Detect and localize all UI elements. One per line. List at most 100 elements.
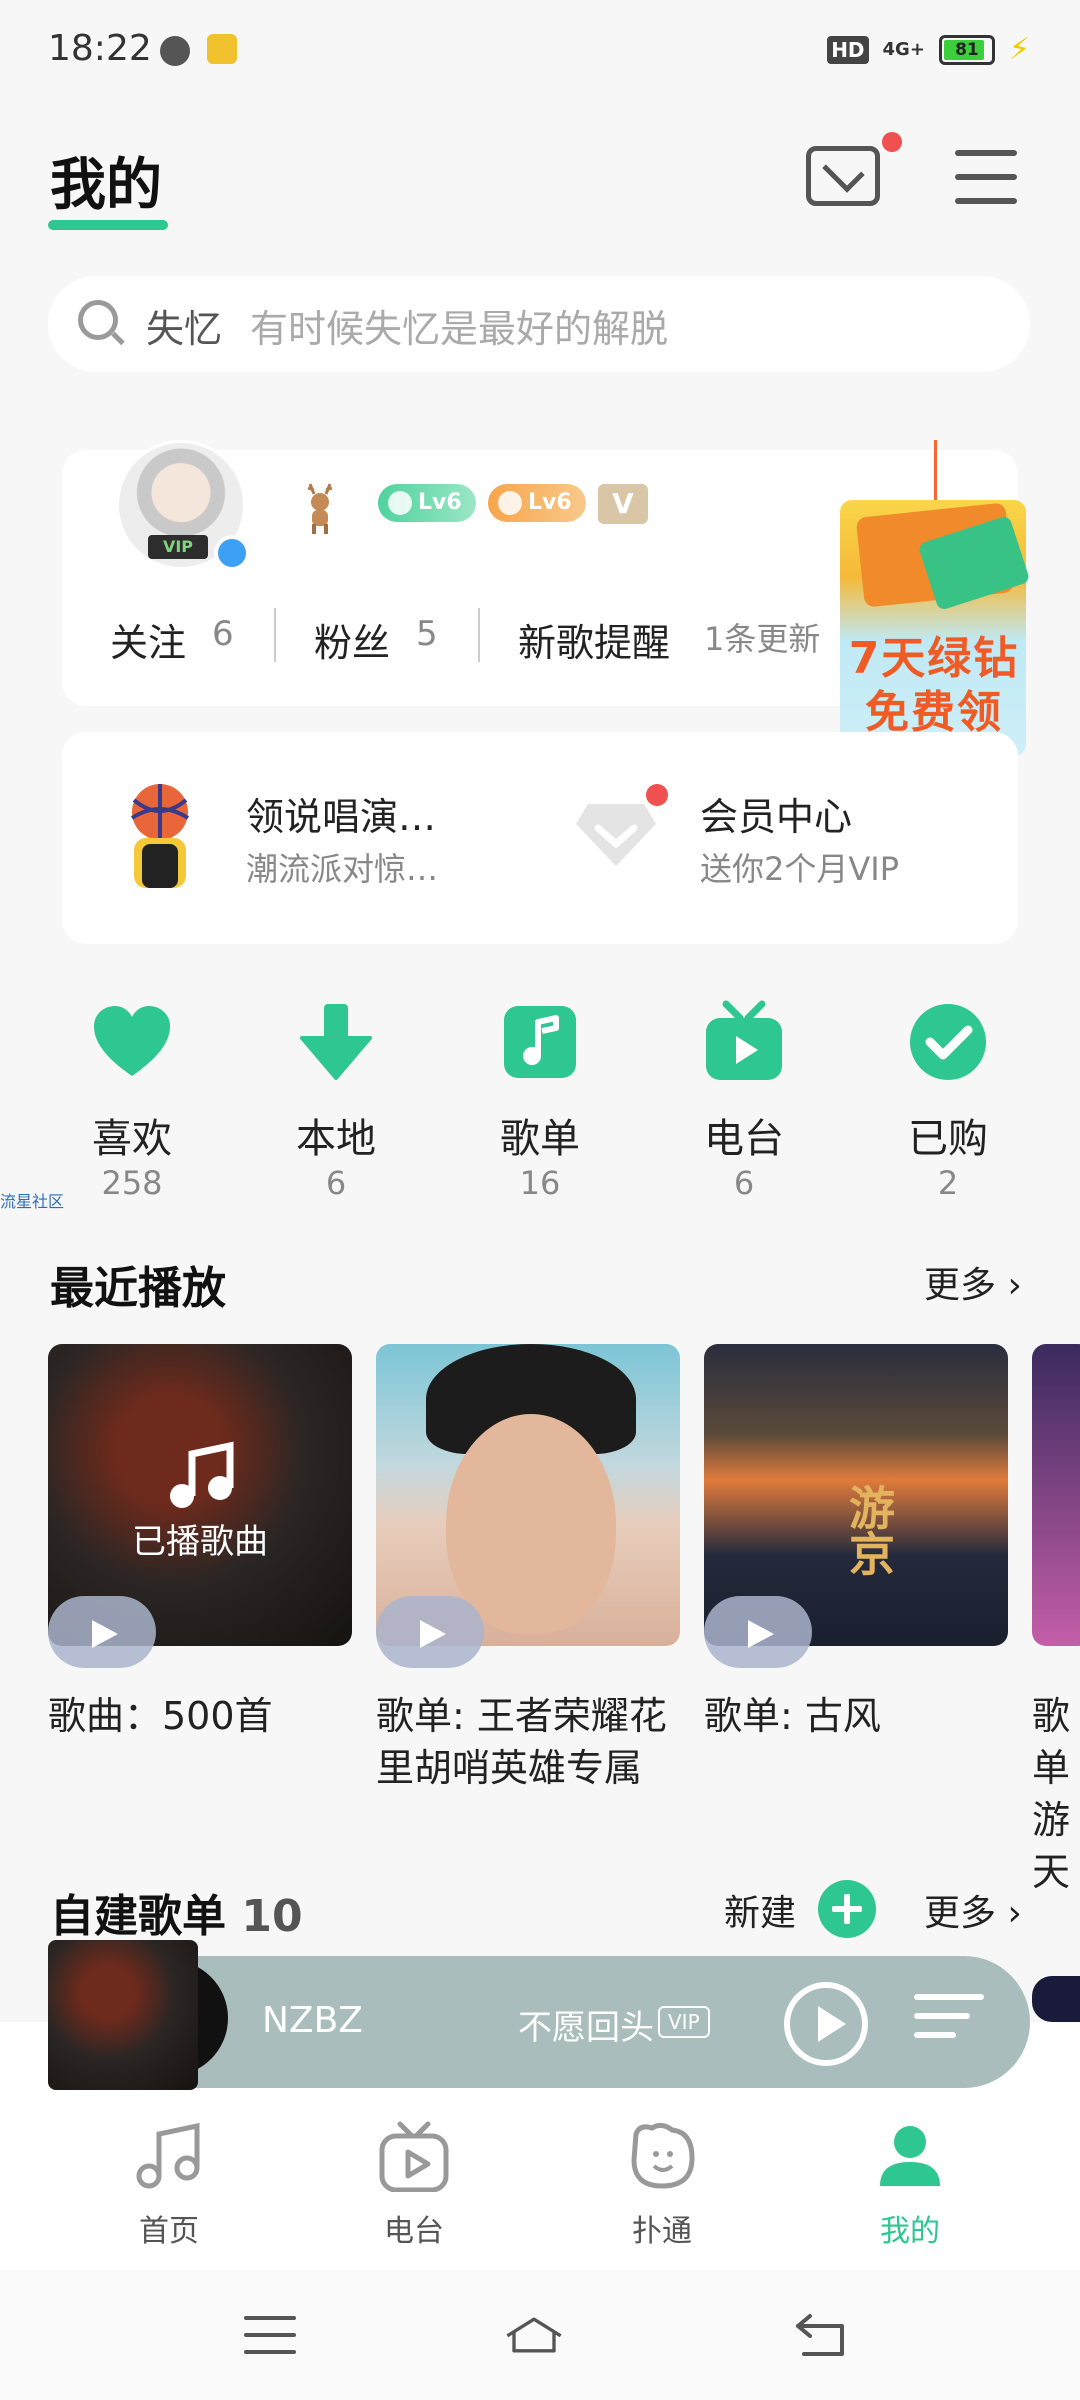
- search-icon: [78, 300, 118, 340]
- followers-label[interactable]: 粉丝: [314, 612, 390, 667]
- download-icon[interactable]: [294, 1000, 378, 1084]
- play-icon[interactable]: [784, 1982, 868, 2066]
- vip-center-title[interactable]: 会员中心: [700, 786, 852, 841]
- nav-mine-label[interactable]: 我的: [830, 2206, 990, 2250]
- battery-icon: 81: [938, 34, 995, 65]
- community-tag[interactable]: 流星社区: [0, 1188, 64, 1212]
- heart-icon[interactable]: [90, 1000, 174, 1084]
- title-underline: [48, 220, 168, 230]
- recent-title: 最近播放: [50, 1263, 226, 1314]
- orange-level-text: Lv6: [528, 490, 572, 515]
- new-playlist-label[interactable]: 新建: [724, 1884, 796, 1936]
- chat-face-icon[interactable]: [626, 2120, 698, 2192]
- nav-home-label[interactable]: 首页: [89, 2206, 249, 2250]
- battery-level: 81: [955, 39, 979, 60]
- green-diamond-level-badge[interactable]: Lv6: [378, 484, 476, 522]
- nav-radio-label[interactable]: 电台: [334, 2206, 494, 2250]
- messages-badge: [882, 132, 902, 152]
- avatar-vip-tag: VIP: [148, 535, 208, 559]
- performance-title[interactable]: 领说唱演…: [246, 786, 436, 841]
- radio-icon[interactable]: [702, 1000, 786, 1084]
- messages-icon[interactable]: [806, 146, 880, 206]
- now-playing-title: 不愿回头: [518, 2008, 654, 2048]
- orange-level-badge[interactable]: Lv6: [488, 484, 586, 522]
- status-indicators: HD 4G+ 81 ⚡: [827, 32, 1030, 67]
- performance-subtitle: 潮流派对惊…: [246, 850, 439, 888]
- search-keyword: 失忆: [146, 307, 223, 351]
- recent-more-text: 更多: [924, 1265, 997, 1306]
- playlist-queue-icon[interactable]: [914, 1994, 984, 2054]
- hd-icon: HD: [827, 35, 869, 64]
- status-time: 18:22: [48, 28, 152, 69]
- divider: [274, 608, 276, 662]
- circle-icon: [498, 491, 522, 515]
- purchased-label[interactable]: 已购: [868, 1106, 1028, 1164]
- playlists-more-text: 更多: [924, 1893, 997, 1934]
- new-song-alert-value: 1条更新: [704, 620, 821, 658]
- back-icon[interactable]: [790, 2310, 850, 2360]
- my-playlists-count: 10: [241, 1891, 303, 1942]
- globe-icon: [160, 36, 190, 66]
- followers-count: 5: [416, 614, 438, 654]
- local-label[interactable]: 本地: [256, 1106, 416, 1164]
- mail-notification-icon: [207, 34, 237, 64]
- promo-string: [934, 440, 937, 500]
- recent-caption[interactable]: 歌单: 王者荣耀花里胡哨英雄专属: [376, 1690, 680, 1794]
- playlists-more-link[interactable]: 更多 ›: [924, 1884, 1022, 1936]
- divider: [478, 608, 480, 662]
- purchased-count: 2: [937, 1164, 959, 1202]
- page-title[interactable]: 我的: [50, 140, 162, 221]
- cover-title-text: 游京: [842, 1484, 896, 1576]
- bolt-icon: [388, 491, 412, 515]
- vip-center-subtitle: 送你2个月VIP: [700, 850, 899, 888]
- card-edge: [1032, 1976, 1080, 2022]
- deer-icon[interactable]: [300, 480, 340, 536]
- v-badge[interactable]: V: [598, 484, 648, 524]
- my-playlists-title: 自建歌单 10: [50, 1880, 303, 1944]
- radio-tv-icon[interactable]: [378, 2120, 450, 2192]
- music-note-icon: [170, 1441, 234, 1508]
- add-icon[interactable]: [818, 1880, 876, 1938]
- vip-center-badge: [646, 784, 668, 806]
- play-button[interactable]: [376, 1596, 484, 1668]
- playlist-icon[interactable]: [498, 1000, 582, 1084]
- search-hint: 有时候失忆是最好的解脱: [250, 307, 669, 351]
- recent-caption[interactable]: 歌单 游天: [1032, 1690, 1080, 1898]
- green-level-text: Lv6: [418, 490, 462, 515]
- now-playing-artist: NZBZ: [262, 2000, 363, 2041]
- my-playlists-title-text: 自建歌单: [50, 1891, 226, 1942]
- local-count: 6: [325, 1164, 347, 1202]
- recent-more-link[interactable]: 更多 ›: [924, 1256, 1022, 1308]
- home-icon[interactable]: [504, 2310, 564, 2360]
- menu-icon[interactable]: [955, 150, 1017, 204]
- following-count: 6: [212, 614, 234, 654]
- music-note-icon[interactable]: [133, 2120, 205, 2192]
- radio-count: 6: [733, 1164, 755, 1202]
- playlists-count: 16: [519, 1164, 561, 1202]
- radio-label[interactable]: 电台: [664, 1106, 824, 1164]
- likes-count: 258: [101, 1164, 163, 1202]
- profile-icon[interactable]: [874, 2120, 946, 2192]
- promo-text-line1: 7天绿钻: [848, 633, 1020, 684]
- recent-cover-partial[interactable]: [1032, 1344, 1080, 1646]
- playlists-label[interactable]: 歌单: [460, 1106, 620, 1164]
- recent-caption[interactable]: 歌单: 古风: [704, 1690, 1008, 1742]
- play-button[interactable]: [704, 1596, 812, 1668]
- recent-apps-icon[interactable]: [240, 2310, 300, 2360]
- signal-icon: 4G+: [882, 38, 925, 60]
- promo-text: 7天绿钻 免费领: [846, 632, 1022, 740]
- charging-icon: ⚡: [1008, 32, 1030, 67]
- recent-caption[interactable]: 歌曲：500首: [48, 1690, 352, 1742]
- nav-putong-label[interactable]: 扑通: [582, 2206, 742, 2250]
- following-label[interactable]: 关注: [110, 612, 186, 667]
- likes-label[interactable]: 喜欢: [52, 1106, 212, 1164]
- played-songs-overlay: 已播歌曲: [132, 1522, 268, 1562]
- new-song-alert-label[interactable]: 新歌提醒: [518, 612, 670, 667]
- basketball-player-icon[interactable]: [112, 782, 208, 890]
- now-playing-cover[interactable]: [48, 1940, 198, 2090]
- vip-tag: VIP: [658, 2006, 710, 2038]
- verified-badge-icon: [214, 535, 250, 571]
- diamond-icon[interactable]: [574, 800, 658, 870]
- purchased-icon[interactable]: [906, 1000, 990, 1084]
- play-button[interactable]: [48, 1596, 156, 1668]
